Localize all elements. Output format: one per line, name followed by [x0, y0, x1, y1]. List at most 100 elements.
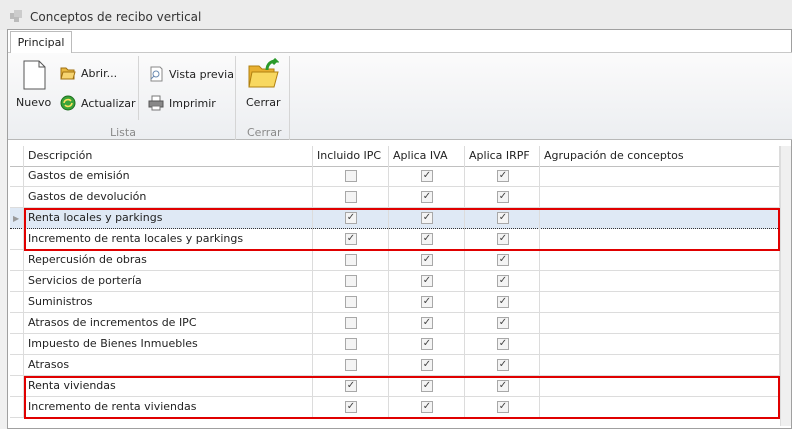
preview-button[interactable]: Vista previa [148, 66, 234, 82]
table-row[interactable]: Incremento de renta locales y parkings ✓ ✓… [10, 229, 780, 250]
row-indicator[interactable] [10, 334, 24, 355]
row-indicator[interactable] [10, 313, 24, 334]
ipc-checkbox[interactable] [345, 296, 357, 308]
ipc-checkbox[interactable] [345, 359, 357, 371]
row-indicator[interactable] [10, 292, 24, 313]
row-indicator[interactable] [10, 187, 24, 208]
iva-checkbox[interactable]: ✓ [421, 254, 433, 266]
column-header-iva[interactable]: Aplica IVA [389, 146, 465, 167]
refresh-button[interactable]: Actualizar [60, 95, 136, 111]
description-cell[interactable]: Incremento de renta viviendas [24, 397, 313, 418]
open-button[interactable]: Abrir... [60, 66, 117, 80]
column-header-ipc[interactable]: Incluido IPC [313, 146, 389, 167]
irpf-checkbox[interactable]: ✓ [497, 233, 509, 245]
ipc-checkbox[interactable]: ✓ [345, 212, 357, 224]
ipc-checkbox[interactable] [345, 170, 357, 182]
iva-checkbox[interactable]: ✓ [421, 212, 433, 224]
description-cell[interactable]: Atrasos de incrementos de IPC [24, 313, 313, 334]
ipc-checkbox[interactable] [345, 317, 357, 329]
description-cell[interactable]: Servicios de portería [24, 271, 313, 292]
title-bar: Conceptos de recibo vertical [0, 0, 792, 30]
description-cell[interactable]: Incremento de renta locales y parkings [24, 229, 313, 250]
new-button[interactable]: Nuevo [16, 60, 51, 109]
row-indicator[interactable] [10, 355, 24, 376]
description-cell[interactable]: Renta locales y parkings [24, 208, 313, 229]
iva-checkbox[interactable]: ✓ [421, 317, 433, 329]
vertical-scrollbar[interactable] [780, 146, 791, 426]
iva-checkbox[interactable]: ✓ [421, 233, 433, 245]
ipc-checkbox[interactable] [345, 338, 357, 350]
description-cell[interactable]: Repercusión de obras [24, 250, 313, 271]
irpf-checkbox[interactable]: ✓ [497, 212, 509, 224]
column-header-grouping[interactable]: Agrupación de conceptos [540, 146, 780, 167]
table-row[interactable]: Gastos de emisión ✓ ✓ [10, 166, 780, 187]
iva-checkbox[interactable]: ✓ [421, 401, 433, 413]
iva-checkbox[interactable]: ✓ [421, 359, 433, 371]
grouping-cell[interactable] [540, 334, 780, 355]
row-indicator[interactable] [10, 250, 24, 271]
row-indicator[interactable] [10, 271, 24, 292]
description-cell[interactable]: Gastos de devolución [24, 187, 313, 208]
irpf-checkbox[interactable]: ✓ [497, 401, 509, 413]
description-cell[interactable]: Atrasos [24, 355, 313, 376]
print-button[interactable]: Imprimir [148, 95, 216, 111]
table-row[interactable]: Renta viviendas ✓ ✓ ✓ [10, 376, 780, 397]
iva-checkbox[interactable]: ✓ [421, 275, 433, 287]
description-cell[interactable]: Impuesto de Bienes Inmuebles [24, 334, 313, 355]
iva-checkbox[interactable]: ✓ [421, 170, 433, 182]
print-preview-icon [150, 66, 163, 82]
irpf-checkbox[interactable]: ✓ [497, 254, 509, 266]
irpf-checkbox[interactable]: ✓ [497, 380, 509, 392]
grouping-cell[interactable] [540, 313, 780, 334]
irpf-checkbox[interactable]: ✓ [497, 359, 509, 371]
grouping-cell[interactable] [540, 355, 780, 376]
ipc-checkbox[interactable]: ✓ [345, 401, 357, 413]
close-button[interactable]: Cerrar [246, 58, 281, 109]
grouping-cell[interactable] [540, 208, 780, 229]
row-indicator[interactable] [10, 397, 24, 418]
description-cell[interactable]: Gastos de emisión [24, 166, 313, 187]
grouping-cell[interactable] [540, 187, 780, 208]
table-row[interactable]: Gastos de devolución ✓ ✓ [10, 187, 780, 208]
grouping-cell[interactable] [540, 229, 780, 250]
table-row[interactable]: Atrasos de incrementos de IPC ✓ ✓ [10, 313, 780, 334]
table-row[interactable]: Servicios de portería ✓ ✓ [10, 271, 780, 292]
table-row[interactable]: Repercusión de obras ✓ ✓ [10, 250, 780, 271]
grouping-cell[interactable] [540, 271, 780, 292]
iva-checkbox[interactable]: ✓ [421, 191, 433, 203]
ipc-checkbox[interactable] [345, 254, 357, 266]
ipc-checkbox[interactable] [345, 191, 357, 203]
irpf-checkbox[interactable]: ✓ [497, 317, 509, 329]
separator [138, 56, 139, 120]
irpf-checkbox[interactable]: ✓ [497, 170, 509, 182]
table-row[interactable]: Incremento de renta viviendas ✓ ✓ ✓ [10, 397, 780, 418]
table-row[interactable]: Atrasos ✓ ✓ [10, 355, 780, 376]
row-indicator[interactable] [10, 166, 24, 187]
table-row[interactable]: ▶ Renta locales y parkings ✓ ✓ ✓ [10, 208, 780, 229]
grouping-cell[interactable] [540, 250, 780, 271]
column-header-description[interactable]: Descripción [24, 146, 313, 167]
description-cell[interactable]: Renta viviendas [24, 376, 313, 397]
row-indicator[interactable] [10, 229, 24, 250]
ipc-checkbox[interactable]: ✓ [345, 380, 357, 392]
grouping-cell[interactable] [540, 166, 780, 187]
row-indicator[interactable] [10, 376, 24, 397]
irpf-checkbox[interactable]: ✓ [497, 275, 509, 287]
iva-checkbox[interactable]: ✓ [421, 338, 433, 350]
iva-checkbox[interactable]: ✓ [421, 296, 433, 308]
ipc-checkbox[interactable] [345, 275, 357, 287]
irpf-checkbox[interactable]: ✓ [497, 191, 509, 203]
ipc-checkbox[interactable]: ✓ [345, 233, 357, 245]
table-row[interactable]: Suministros ✓ ✓ [10, 292, 780, 313]
irpf-checkbox[interactable]: ✓ [497, 338, 509, 350]
row-indicator[interactable]: ▶ [10, 208, 24, 229]
column-header-irpf[interactable]: Aplica IRPF [465, 146, 540, 167]
tab-principal[interactable]: Principal [10, 31, 72, 53]
grouping-cell[interactable] [540, 292, 780, 313]
grouping-cell[interactable] [540, 376, 780, 397]
iva-checkbox[interactable]: ✓ [421, 380, 433, 392]
table-row[interactable]: Impuesto de Bienes Inmuebles ✓ ✓ [10, 334, 780, 355]
description-cell[interactable]: Suministros [24, 292, 313, 313]
grouping-cell[interactable] [540, 397, 780, 418]
irpf-checkbox[interactable]: ✓ [497, 296, 509, 308]
